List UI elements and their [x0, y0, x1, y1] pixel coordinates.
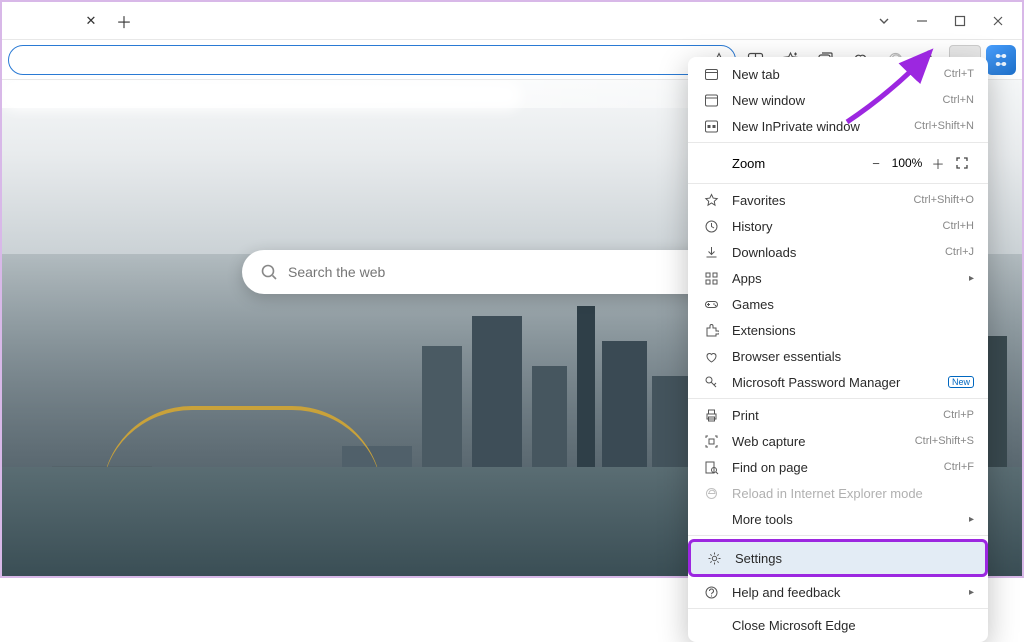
menu-shortcut: Ctrl+N — [943, 94, 974, 106]
menu-close-edge[interactable]: Close Microsoft Edge — [688, 612, 988, 638]
blurred-region — [2, 80, 522, 110]
menu-divider — [688, 398, 988, 399]
menu-divider — [688, 608, 988, 609]
apps-icon — [702, 269, 720, 287]
menu-favorites[interactable]: Favorites Ctrl+Shift+O — [688, 187, 988, 213]
key-icon — [702, 373, 720, 391]
menu-more-tools[interactable]: More tools ▸ — [688, 506, 988, 532]
window-controls — [866, 6, 1022, 36]
heart-shield-icon — [702, 347, 720, 365]
menu-item-label: History — [732, 219, 943, 234]
new-tab-icon — [702, 65, 720, 83]
menu-item-label: Apps — [732, 271, 969, 286]
menu-settings[interactable]: Settings — [691, 542, 985, 574]
menu-browser-essentials[interactable]: Browser essentials — [688, 343, 988, 369]
menu-item-label: New tab — [732, 67, 944, 82]
menu-item-label: Games — [732, 297, 974, 312]
menu-shortcut: Ctrl+J — [945, 246, 974, 258]
menu-history[interactable]: History Ctrl+H — [688, 213, 988, 239]
menu-item-label: Close Microsoft Edge — [732, 618, 974, 633]
find-icon — [702, 458, 720, 476]
zoom-label: Zoom — [702, 156, 864, 171]
menu-item-label: Print — [732, 408, 943, 423]
menu-extensions[interactable]: Extensions — [688, 317, 988, 343]
chevron-right-icon: ▸ — [969, 587, 974, 598]
menu-divider — [688, 142, 988, 143]
zoom-in-button[interactable]: ＋ — [926, 151, 950, 175]
ie-reload-icon — [702, 484, 720, 502]
menu-divider — [688, 183, 988, 184]
menu-shortcut: Ctrl+H — [943, 220, 974, 232]
menu-shortcut: Ctrl+Shift+N — [914, 120, 974, 132]
menu-shortcut: Ctrl+T — [944, 68, 974, 80]
spacer-icon — [702, 616, 720, 634]
menu-item-label: Microsoft Password Manager — [732, 375, 942, 390]
menu-new-tab[interactable]: New tab Ctrl+T — [688, 61, 988, 87]
fullscreen-button[interactable] — [950, 151, 974, 175]
menu-new-inprivate[interactable]: New InPrivate window Ctrl+Shift+N — [688, 113, 988, 139]
copilot-icon[interactable] — [986, 45, 1016, 75]
extensions-icon — [702, 321, 720, 339]
menu-web-capture[interactable]: Web capture Ctrl+Shift+S — [688, 428, 988, 454]
search-icon — [260, 263, 278, 281]
download-icon — [702, 243, 720, 261]
gear-icon — [705, 549, 723, 567]
menu-item-label: Web capture — [732, 434, 915, 449]
new-badge: New — [948, 376, 974, 388]
menu-item-label: New InPrivate window — [732, 119, 914, 134]
menu-password-manager[interactable]: Microsoft Password Manager New — [688, 369, 988, 395]
chevron-down-icon[interactable] — [866, 6, 902, 36]
star-icon — [702, 191, 720, 209]
menu-print[interactable]: Print Ctrl+P — [688, 402, 988, 428]
menu-zoom-row: Zoom − 100% ＋ — [688, 146, 988, 180]
zoom-value: 100% — [888, 156, 926, 170]
menu-shortcut: Ctrl+Shift+S — [915, 435, 974, 447]
chevron-right-icon: ▸ — [969, 514, 974, 525]
menu-find-on-page[interactable]: Find on page Ctrl+F — [688, 454, 988, 480]
history-icon — [702, 217, 720, 235]
games-icon — [702, 295, 720, 313]
menu-apps[interactable]: Apps ▸ — [688, 265, 988, 291]
menu-reload-ie: Reload in Internet Explorer mode — [688, 480, 988, 506]
inprivate-icon — [702, 117, 720, 135]
menu-shortcut: Ctrl+P — [943, 409, 974, 421]
print-icon — [702, 406, 720, 424]
menu-item-label: Reload in Internet Explorer mode — [732, 486, 974, 501]
menu-shortcut: Ctrl+F — [944, 461, 974, 473]
zoom-out-button[interactable]: − — [864, 151, 888, 175]
browser-tab[interactable]: ✕ — [6, 5, 106, 37]
menu-divider — [688, 535, 988, 536]
menu-item-label: Favorites — [732, 193, 913, 208]
menu-games[interactable]: Games — [688, 291, 988, 317]
minimize-button[interactable] — [904, 6, 940, 36]
new-window-icon — [702, 91, 720, 109]
menu-item-label: Help and feedback — [732, 585, 969, 600]
menu-item-label: Extensions — [732, 323, 974, 338]
new-tab-button[interactable]: ＋ — [110, 7, 138, 35]
menu-item-label: More tools — [732, 512, 969, 527]
close-window-button[interactable] — [980, 6, 1016, 36]
menu-item-label: Find on page — [732, 460, 944, 475]
capture-icon — [702, 432, 720, 450]
help-icon — [702, 583, 720, 601]
close-tab-icon[interactable]: ✕ — [84, 14, 98, 28]
settings-highlight: Settings — [688, 539, 988, 577]
menu-item-label: New window — [732, 93, 943, 108]
maximize-button[interactable] — [942, 6, 978, 36]
more-menu: New tab Ctrl+T New window Ctrl+N New InP… — [688, 57, 988, 642]
menu-downloads[interactable]: Downloads Ctrl+J — [688, 239, 988, 265]
menu-item-label: Downloads — [732, 245, 945, 260]
menu-shortcut: Ctrl+Shift+O — [913, 194, 974, 206]
menu-item-label: Settings — [735, 551, 971, 566]
address-bar[interactable] — [8, 45, 736, 75]
chevron-right-icon: ▸ — [969, 273, 974, 284]
menu-item-label: Browser essentials — [732, 349, 974, 364]
menu-new-window[interactable]: New window Ctrl+N — [688, 87, 988, 113]
spacer-icon — [702, 510, 720, 528]
title-bar: ✕ ＋ — [2, 2, 1022, 40]
menu-help-feedback[interactable]: Help and feedback ▸ — [688, 579, 988, 605]
